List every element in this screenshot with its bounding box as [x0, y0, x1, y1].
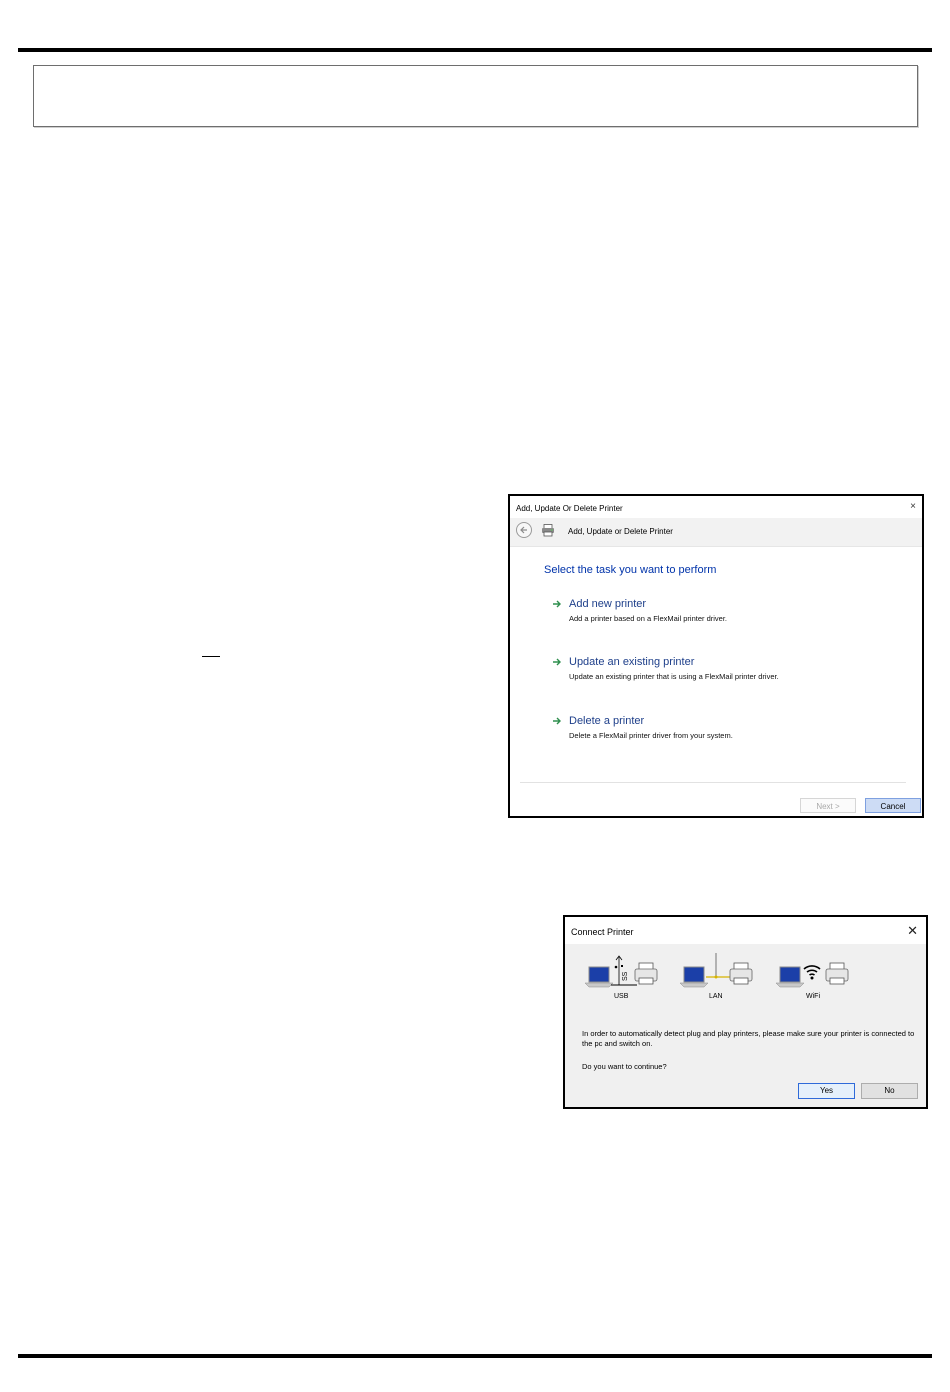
wifi-connection-icon — [775, 962, 849, 988]
task-description: Update an existing printer that is using… — [569, 672, 779, 681]
usb-connection-illustration: SS USB — [584, 953, 665, 1002]
wifi-connection-illustration: WiFi — [775, 953, 856, 1002]
yes-button[interactable]: Yes — [798, 1083, 855, 1099]
wizard-navbar: Add, Update or Delete Printer — [510, 518, 922, 547]
task-description: Add a printer based on a FlexMail printe… — [569, 614, 727, 623]
add-update-delete-printer-dialog: Add, Update Or Delete Printer × Add, Upd… — [508, 494, 924, 818]
continue-question: Do you want to continue? — [582, 1062, 667, 1071]
wifi-label: WiFi — [806, 993, 820, 1000]
task-title: Update an existing printer — [569, 656, 695, 668]
connect-printer-dialog: Connect Printer ✕ SS USB LAN WiFi In ord… — [563, 915, 928, 1109]
usb-label: USB — [614, 993, 629, 1000]
close-icon[interactable]: × — [910, 501, 916, 512]
dialog-titlebar: Add, Update Or Delete Printer × — [510, 496, 922, 518]
task-description: Delete a FlexMail printer driver from yo… — [569, 731, 733, 740]
header-box — [33, 65, 918, 127]
no-button[interactable]: No — [861, 1083, 918, 1099]
task-heading: Select the task you want to perform — [544, 564, 717, 576]
small-dash-mark — [202, 656, 220, 657]
svg-text:SS: SS — [622, 971, 629, 981]
top-rule — [18, 48, 932, 52]
dialog-titlebar: Connect Printer ✕ — [565, 917, 926, 944]
task-title: Delete a printer — [569, 715, 645, 727]
back-arrow-icon[interactable] — [516, 522, 532, 538]
bottom-rule — [18, 1354, 932, 1358]
lan-label: LAN — [709, 993, 723, 1000]
task-title: Add new printer — [569, 598, 647, 610]
usb-connection-icon: SS — [584, 955, 658, 988]
green-arrow-icon — [553, 717, 561, 725]
dialog-title: Add, Update Or Delete Printer — [516, 504, 623, 513]
next-button[interactable]: Next > — [800, 798, 856, 813]
lan-connection-illustration: LAN — [679, 953, 760, 1002]
cancel-button[interactable]: Cancel — [865, 798, 921, 813]
close-icon[interactable]: ✕ — [907, 923, 918, 939]
lan-connection-icon — [679, 953, 753, 988]
connect-message: In order to automatically detect plug an… — [582, 1029, 915, 1048]
wizard-title: Add, Update or Delete Printer — [568, 527, 673, 536]
printer-icon — [541, 524, 555, 542]
green-arrow-icon — [553, 658, 561, 666]
footer-separator — [520, 782, 906, 783]
green-arrow-icon — [553, 600, 561, 608]
dialog-title: Connect Printer — [571, 927, 634, 937]
